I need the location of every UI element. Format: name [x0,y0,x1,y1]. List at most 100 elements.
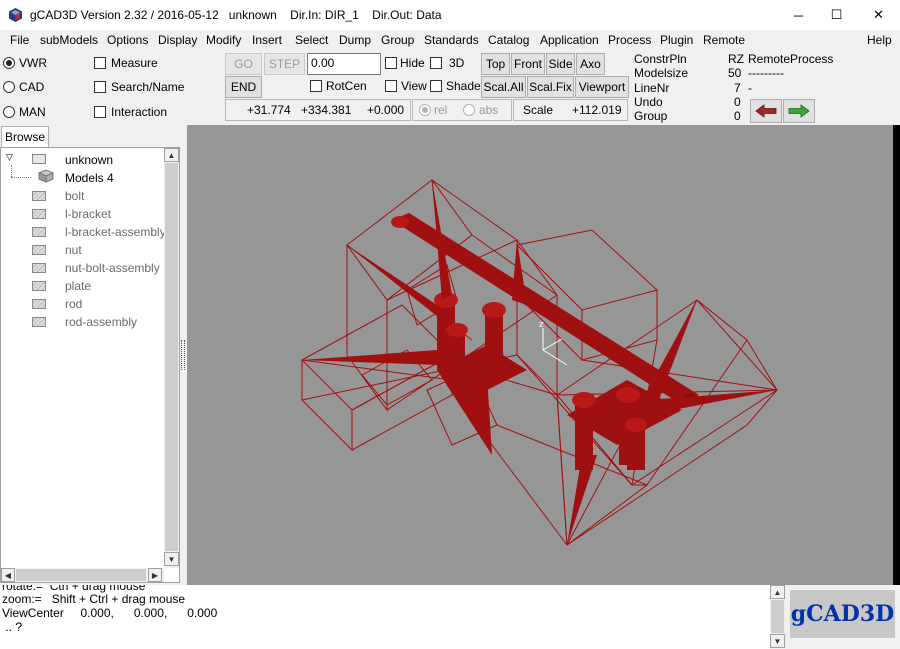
console-line: zoom:= Shift + Ctrl + drag mouse [2,592,186,606]
menu-file[interactable]: File [10,33,29,47]
splitter-handle[interactable] [181,340,185,370]
tree-item-rod-assembly[interactable]: rod-assembly [65,315,137,329]
menu-submodels[interactable]: subModels [40,33,98,47]
scroll-up-icon[interactable]: ▲ [164,148,179,162]
scroll-down-icon[interactable]: ▼ [164,552,179,566]
scroll-down-icon[interactable]: ▼ [770,634,785,648]
scale-fix-button[interactable]: Scal.Fix [527,76,574,98]
menu-standards[interactable]: Standards [424,33,479,47]
part-icon [32,299,46,309]
tree-vertical-scrollbar[interactable]: ▲ ▼ [164,148,179,568]
scroll-right-icon[interactable]: ▶ [148,568,162,582]
hide-checkbox[interactable] [385,57,397,69]
tree-connector [11,165,12,177]
end-button[interactable]: END [225,76,262,98]
console-line: .. ? [2,620,23,634]
viewport-button[interactable]: Viewport [575,76,629,98]
mode-cad-radio[interactable] [3,81,15,93]
menu-help[interactable]: Help [867,33,892,47]
side-view-button[interactable]: Side [546,53,575,75]
front-view-button[interactable]: Front [511,53,545,75]
step-input[interactable]: 0.00 [307,53,381,75]
menu-plugin[interactable]: Plugin [660,33,693,47]
scroll-up-icon[interactable]: ▲ [770,585,785,599]
console-scroll-thumb[interactable] [771,600,784,633]
tree-item-nut[interactable]: nut [65,243,82,257]
mode-man-label: MAN [19,105,46,119]
measure-checkbox[interactable] [94,57,106,69]
graphics-viewport[interactable]: z [187,125,893,585]
menu-group[interactable]: Group [381,33,414,47]
menu-remote[interactable]: Remote [703,33,745,47]
scroll-thumb[interactable] [165,163,178,551]
status-value-linenr: 7 [734,81,741,95]
menu-application[interactable]: Application [540,33,599,47]
message-console[interactable]: rotate:= Ctrl + drag mouse zoom:= Shift … [0,585,770,649]
scale-all-button[interactable]: Scal.All [481,76,526,98]
3d-label: 3D [449,56,465,70]
redo-button[interactable] [783,99,815,123]
tree-item-plate[interactable]: plate [65,279,91,293]
tree-connector-h [11,177,31,178]
part-icon [32,191,46,201]
undo-button[interactable] [750,99,782,123]
status-value-undo: 0 [734,95,741,109]
shade-label: Shade [446,79,481,93]
maximize-button[interactable]: ☐ [814,0,859,30]
model-render: z [301,179,778,546]
expand-icon[interactable]: ▽ [6,152,13,163]
title-bar: gCAD3D Version 2.32 / 2016-05-12 unknown… [0,0,900,30]
tree-item-l-bracket-assembly[interactable]: l-bracket-assembly [65,225,166,239]
abs-radio[interactable] [463,104,475,116]
mode-vwr-label: VWR [19,56,47,70]
interaction-checkbox[interactable] [94,106,106,118]
step-button[interactable]: STEP [264,53,305,75]
view-checkbox[interactable] [385,80,397,92]
remote-process-dash: - [748,81,752,95]
tree-item-bolt[interactable]: bolt [65,189,84,203]
view-label: View [401,79,427,93]
part-icon [32,209,46,219]
mode-man-radio[interactable] [3,106,15,118]
tab-browse[interactable]: Browse [1,126,49,147]
tree-root-unknown[interactable]: unknown [65,153,113,167]
status-label-undo: Undo [634,95,663,109]
arrow-left-icon [755,104,777,118]
solid-parts [302,180,777,545]
scale-value: +112.019 [572,103,622,117]
menu-display[interactable]: Display [158,33,197,47]
rotcen-checkbox[interactable] [310,80,322,92]
search-name-checkbox[interactable] [94,81,106,93]
menu-insert[interactable]: Insert [252,33,282,47]
menu-dump[interactable]: Dump [339,33,371,47]
shade-checkbox[interactable] [430,80,442,92]
menu-process[interactable]: Process [608,33,651,47]
tree-models-node[interactable]: Models 4 [65,171,114,185]
remote-process-line: --------- [748,66,784,80]
close-button[interactable]: ✕ [856,0,900,30]
status-value-modelsize: 50 [728,66,742,80]
go-button[interactable]: GO [225,53,262,75]
window-title: gCAD3D Version 2.32 / 2016-05-12 unknown… [30,8,442,22]
top-view-button[interactable]: Top [481,53,510,75]
tree-item-l-bracket[interactable]: l-bracket [65,207,111,221]
console-scrollbar[interactable]: ▲ ▼ [770,585,785,649]
rel-radio[interactable] [419,104,431,116]
axo-view-button[interactable]: Axo [576,53,605,75]
hscroll-thumb[interactable] [16,569,146,581]
menu-catalog[interactable]: Catalog [488,33,529,47]
menu-bar: File subModels Options Display Modify In… [0,30,900,50]
menu-options[interactable]: Options [107,33,148,47]
3d-checkbox[interactable] [430,57,442,69]
mode-vwr-radio[interactable] [3,57,15,69]
scroll-left-icon[interactable]: ◀ [1,568,15,582]
menu-select[interactable]: Select [295,33,328,47]
tree-item-rod[interactable]: rod [65,297,82,311]
rel-label: rel [434,103,448,117]
tree-item-nut-bolt-assembly[interactable]: nut-bolt-assembly [65,261,160,275]
console-line: ViewCenter 0.000, 0.000, 0.000 [2,606,218,620]
part-icon [32,263,46,273]
scale-label: Scale [523,103,554,117]
menu-modify[interactable]: Modify [206,33,241,47]
tree-horizontal-scrollbar[interactable]: ◀ ▶ [1,568,164,582]
